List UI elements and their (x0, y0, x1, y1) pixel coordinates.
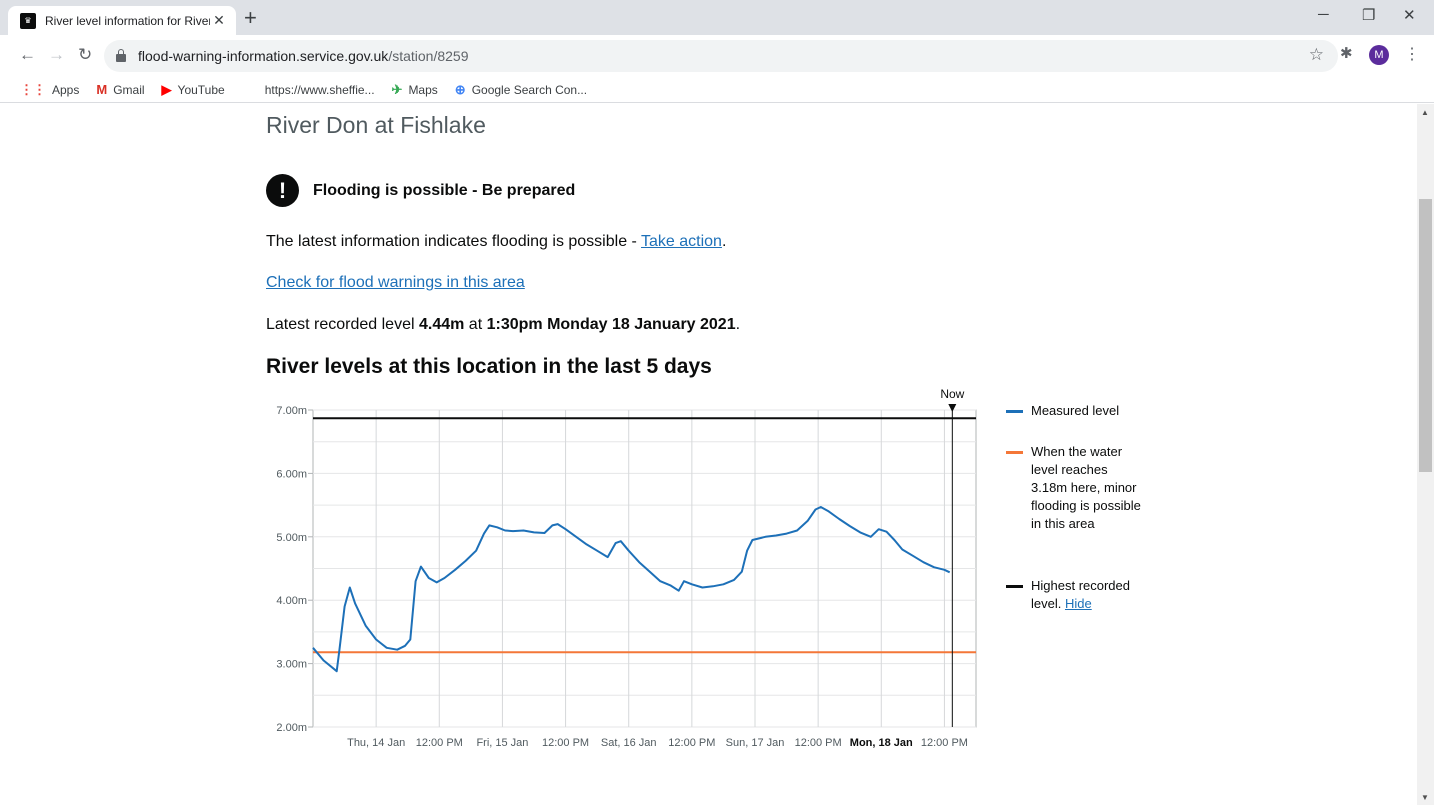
x-tick-label: 12:00 PM (921, 737, 968, 749)
legend-measured-key (1006, 410, 1023, 413)
gmail-icon: M (96, 82, 108, 97)
lock-icon (116, 49, 126, 62)
x-tick-label: Sun, 17 Jan (726, 737, 785, 749)
x-tick-label: 12:00 PM (668, 737, 715, 749)
latest-level-value: 4.44m (418, 316, 465, 333)
y-tick-label: 3.00m (276, 659, 307, 671)
alert-text: Flooding is possible - Be prepared (313, 181, 576, 199)
chart-heading: River levels at this location in the las… (266, 355, 712, 378)
info-paragraph: The latest information indicates floodin… (266, 233, 726, 251)
take-action-link[interactable]: Take action (641, 233, 722, 250)
legend-highest-key (1006, 585, 1023, 588)
browser-toolbar: ← → ↻ flood-warning-information.service.… (0, 35, 1434, 77)
bookmark-label: YouTube (177, 82, 225, 97)
x-tick-label: 12:00 PM (416, 737, 463, 749)
bookmark-item[interactable]: ⊕ Google Search Con... (455, 82, 587, 98)
menu-kebab-icon[interactable]: ⋮ (1404, 44, 1420, 64)
x-tick-label: 12:00 PM (795, 737, 842, 749)
bookmark-item[interactable]: ✈ Maps (392, 82, 438, 98)
url-host: flood-warning-information.service.gov.uk (138, 48, 389, 64)
bookmark-item[interactable]: ⋮⋮ Apps (20, 82, 79, 98)
reload-icon[interactable]: ↻ (78, 46, 92, 64)
new-tab-icon[interactable]: + (244, 7, 257, 29)
check-flood-warnings-link[interactable]: Check for flood warnings in this area (266, 274, 525, 291)
extensions-puzzle-icon[interactable]: ✱ (1340, 44, 1353, 62)
page-scrollbar[interactable]: ▲ ▼ (1417, 104, 1434, 805)
youtube-icon: ▶ (161, 81, 172, 97)
close-window-icon[interactable]: ✕ (1403, 6, 1416, 24)
close-tab-icon[interactable]: ✕ (210, 12, 228, 29)
legend-highest: Highest recorded level. Hide (1006, 577, 1146, 613)
tab-strip: ♛ River level information for River Don … (0, 0, 1434, 35)
y-tick-label: 5.00m (276, 532, 307, 544)
maps-icon: ✈ (391, 81, 403, 97)
info-suffix: . (721, 233, 727, 250)
y-tick-label: 7.00m (276, 405, 307, 417)
back-icon[interactable]: ← (19, 46, 36, 64)
bookmark-label: Google Search Con... (471, 82, 588, 97)
scrollbar-thumb[interactable] (1419, 199, 1432, 472)
bookmark-item[interactable]: ▶ YouTube (162, 82, 225, 98)
search-console-icon: ⊕ (454, 81, 466, 97)
y-tick-label: 4.00m (276, 595, 307, 607)
hide-highest-link[interactable]: Hide (1065, 596, 1092, 611)
latest-level-paragraph: Latest recorded level 4.44m at 1:30pm Mo… (266, 316, 740, 334)
forward-icon[interactable]: → (48, 46, 65, 64)
profile-avatar[interactable]: M (1369, 45, 1389, 65)
flood-alert: ! Flooding is possible - Be prepared (266, 174, 575, 207)
y-tick-label: 6.00m (276, 468, 307, 480)
legend-measured-label: Measured level (1031, 403, 1120, 418)
now-label: Now (940, 387, 964, 401)
check-warnings-paragraph: Check for flood warnings in this area (266, 274, 525, 292)
page-title: River Don at Fishlake (266, 112, 486, 138)
bookmark-star-icon[interactable]: ☆ (1309, 45, 1324, 65)
x-tick-label: Sat, 16 Jan (601, 737, 657, 749)
latest-time-value: 1:30pm Monday 18 January 2021 (486, 316, 736, 333)
apps-grid-icon: ⋮⋮ (20, 81, 46, 97)
latest-at: at (464, 316, 487, 333)
x-tick-label: Fri, 15 Jan (476, 737, 528, 749)
tab-title: River level information for River Don (45, 13, 210, 28)
bookmarks-bar: ⋮⋮ Apps M Gmail ▶ YouTube https://www.sheffie.… (0, 77, 1434, 103)
bookmark-label: https://www.sheffie... (264, 82, 375, 97)
river-level-chart: 2.00m 3.00m 4.00m 5.00m 6.00m 7.00m Thu, 14 Ja… (276, 387, 977, 749)
legend-threshold: When the water level reaches 3.18m here,… (1006, 443, 1146, 533)
y-tick-label: 2.00m (276, 722, 307, 734)
legend-threshold-key (1006, 451, 1023, 454)
x-tick-label: Thu, 14 Jan (347, 737, 405, 749)
restore-icon[interactable]: ❐ (1362, 6, 1375, 24)
bookmark-item[interactable]: https://www.sheffie... (259, 83, 375, 97)
x-tick-label: Mon, 18 Jan (850, 737, 913, 749)
bookmark-label: Apps (52, 82, 80, 97)
exclamation-icon: ! (266, 174, 299, 207)
minimize-icon[interactable]: ─ (1318, 6, 1329, 23)
info-prefix: The latest information indicates floodin… (266, 233, 642, 250)
bookmark-label: Gmail (113, 82, 145, 97)
address-bar[interactable]: flood-warning-information.service.gov.uk… (104, 40, 1338, 72)
crown-favicon-icon: ♛ (20, 12, 36, 29)
scroll-down-arrow-icon[interactable]: ▼ (1421, 793, 1429, 802)
legend-measured: Measured level (1006, 402, 1146, 420)
x-tick-label: 12:00 PM (542, 737, 589, 749)
latest-suffix: . (735, 316, 741, 333)
legend-threshold-label: When the water level reaches 3.18m here,… (1031, 444, 1141, 531)
browser-tab[interactable]: ♛ River level information for River Don … (8, 6, 236, 35)
legend-highest-label: Highest recorded level. Hide (1031, 577, 1146, 613)
scroll-up-arrow-icon[interactable]: ▲ (1421, 108, 1429, 117)
bookmark-item[interactable]: M Gmail (96, 82, 144, 97)
url-path: /station/8259 (388, 48, 469, 64)
bookmark-label: Maps (408, 82, 438, 97)
latest-prefix: Latest recorded level (266, 316, 419, 333)
